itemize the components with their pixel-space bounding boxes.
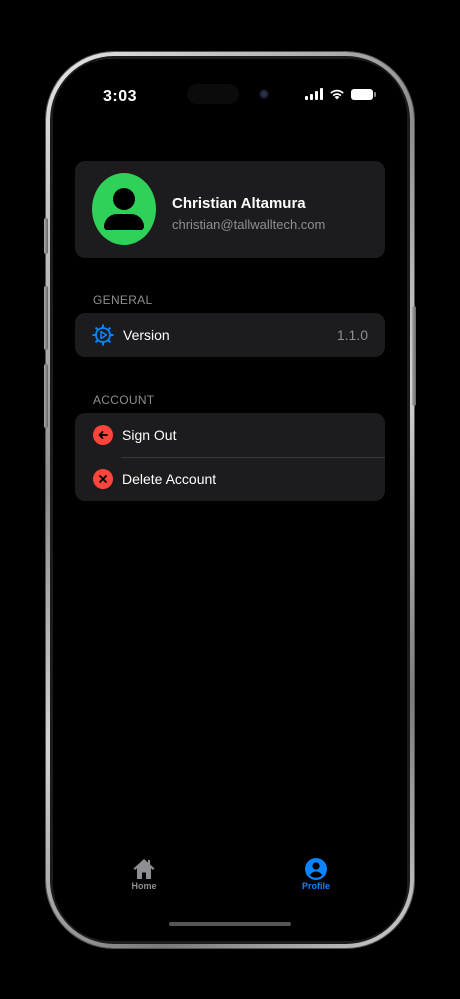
- action-button: [44, 218, 48, 254]
- profile-card: Christian Altamura christian@tallwalltec…: [75, 161, 385, 258]
- delete-account-button[interactable]: Delete Account: [75, 457, 385, 501]
- section-title-account: ACCOUNT: [93, 393, 155, 407]
- avatar-icon: [92, 173, 156, 245]
- camera-lens: [259, 89, 269, 99]
- tab-home[interactable]: Home: [114, 857, 174, 891]
- gear-icon: [92, 324, 114, 346]
- status-time: 3:03: [103, 88, 138, 105]
- delete-account-label: Delete Account: [122, 471, 217, 487]
- version-value: 1.1.0: [336, 327, 368, 343]
- home-indicator: [169, 922, 291, 926]
- power-button: [412, 306, 416, 406]
- cellular-signal-icon: [305, 88, 323, 100]
- general-section-card: Version 1.1.0: [75, 313, 385, 357]
- sign-out-label: Sign Out: [122, 427, 177, 443]
- profile-name: Christian Altamura: [172, 195, 306, 212]
- sign-out-button[interactable]: Sign Out: [75, 413, 385, 457]
- dynamic-island: [187, 84, 239, 104]
- arrow-left-circle-icon: [93, 425, 113, 445]
- x-circle-icon: [93, 469, 113, 489]
- tab-home-label: Home: [131, 881, 157, 891]
- version-label: Version: [123, 327, 170, 343]
- tab-profile[interactable]: Profile: [286, 857, 346, 891]
- battery-icon: [351, 88, 376, 100]
- status-icons: [305, 88, 376, 100]
- app-screen: 3:03 Christian Altamura christian@tallwa…: [53, 59, 407, 941]
- account-section-card: Sign Out Delete Account: [75, 413, 385, 501]
- tab-profile-label: Profile: [301, 881, 330, 891]
- wifi-icon: [330, 89, 344, 100]
- profile-email: christian@tallwalltech.com: [172, 217, 326, 232]
- volume-down-button: [44, 364, 48, 428]
- section-title-general: GENERAL: [93, 293, 153, 307]
- person-circle-icon: [305, 858, 327, 880]
- house-icon: [133, 859, 155, 879]
- volume-up-button: [44, 286, 48, 350]
- version-row: Version 1.1.0: [75, 313, 385, 357]
